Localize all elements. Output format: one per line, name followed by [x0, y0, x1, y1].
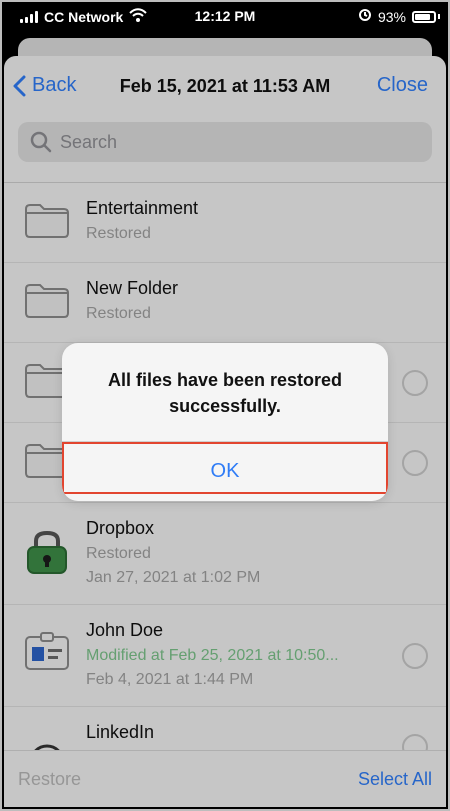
battery-icon [412, 10, 436, 23]
battery-tip [438, 14, 440, 19]
alarm-icon [358, 8, 372, 25]
alert-message: All files have been restored successfull… [107, 370, 343, 416]
status-bar: CC Network 12:12 PM 93% [0, 0, 450, 32]
battery-percent: 93% [377, 8, 406, 25]
status-right: 93% [358, 8, 440, 25]
ok-button[interactable]: OK [62, 442, 388, 501]
phone-frame: CC Network 12:12 PM 93% Back Feb 15, 202… [0, 0, 450, 811]
restore-success-alert: All files have been restored successfull… [62, 343, 388, 501]
